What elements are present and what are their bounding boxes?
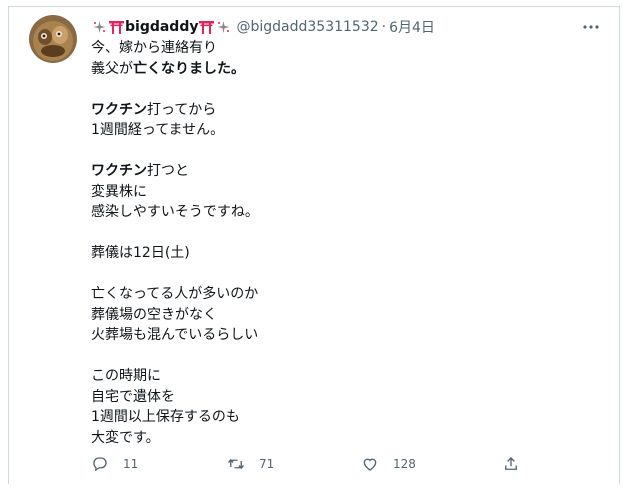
text-segment: 打つと xyxy=(147,163,189,179)
text-segment: この時期に xyxy=(91,368,161,384)
tweet-line: 大変です。 xyxy=(91,428,591,449)
reply-button[interactable]: 11 xyxy=(91,453,138,475)
text-segment: 大変です。 xyxy=(91,429,160,446)
text-segment: 1週間以上保存するのも xyxy=(91,409,240,425)
tweet-line: 今、嫁から連絡有り xyxy=(91,38,591,59)
tweet-line: 感染しやすいそうですね。 xyxy=(91,202,591,223)
torii-icon xyxy=(199,20,215,34)
bold-text: ワクチン xyxy=(91,101,147,118)
tweet-line: 葬儀は12日(土) xyxy=(91,243,591,264)
text-segment: 火葬場も混んでいるらしい xyxy=(91,327,259,343)
tweet-line: ワクチン打つと xyxy=(91,161,591,182)
share-button[interactable] xyxy=(502,453,520,475)
display-name-link[interactable]: bigdaddy xyxy=(91,19,232,35)
separator-dot: · xyxy=(381,19,387,35)
tweet-line: ワクチン打ってから xyxy=(91,100,591,121)
retweet-icon xyxy=(227,458,245,470)
retweet-button[interactable]: 71 xyxy=(227,453,274,475)
tweet-text: 今、嫁から連絡有り 義父が亡くなりました。 ワクチン打ってから 1週間経ってません。ワ… xyxy=(91,38,591,448)
tweet-card[interactable]: bigdaddy @bigdadd35311532 · 6月4日 今、嫁から連絡… xyxy=(8,6,620,484)
reply-icon xyxy=(93,457,107,472)
avatar[interactable] xyxy=(29,15,77,63)
tweet-actions: 11 71 128 xyxy=(91,453,531,475)
text-segment: 1週間経ってません。 xyxy=(91,122,225,138)
heart-icon xyxy=(363,458,377,471)
tweet-date[interactable]: 6月4日 xyxy=(389,17,435,37)
torii-icon xyxy=(109,20,124,34)
tweet-line: 自宅で遺体を xyxy=(91,387,591,408)
text-segment: 自宅で遺体を xyxy=(91,388,175,405)
more-icon xyxy=(583,25,599,29)
text-segment: 変異株に xyxy=(91,183,147,200)
text-segment: 葬儀場の空きがなく xyxy=(91,306,217,323)
bold-text: 亡くなりました。 xyxy=(133,60,245,77)
text-segment: 打ってから xyxy=(147,101,217,118)
text-segment: 義父が xyxy=(91,60,133,77)
sparkle-icon xyxy=(92,20,107,34)
text-segment: 亡くなってる人が多いのか xyxy=(91,286,259,302)
display-name: bigdaddy xyxy=(125,19,199,35)
like-button[interactable]: 128 xyxy=(361,453,416,475)
tweet-line: 変異株に xyxy=(91,182,591,203)
text-segment: 葬儀は12日(土) xyxy=(91,245,190,261)
text-segment: 感染しやすいそうですね。 xyxy=(91,204,259,220)
bold-text: ワクチン xyxy=(91,163,147,179)
tweet-line: 火葬場も混んでいるらしい xyxy=(91,325,591,346)
tweet-line: 葬儀場の空きがなく xyxy=(91,305,591,326)
tweet-header: bigdaddy @bigdadd35311532 · 6月4日 xyxy=(91,18,435,36)
like-count: 128 xyxy=(393,457,416,471)
tweet-line: 1週間経ってません。 xyxy=(91,120,591,141)
reply-count: 11 xyxy=(123,457,139,471)
text-segment: 今、嫁から連絡有り xyxy=(91,40,217,56)
user-handle[interactable]: @bigdadd35311532 xyxy=(236,19,378,35)
sparkle-icon xyxy=(216,20,231,34)
tweet-line: この時期に xyxy=(91,366,591,387)
share-icon xyxy=(505,457,517,470)
tweet-line: 亡くなってる人が多いのか xyxy=(91,284,591,305)
tweet-line: 1週間以上保存するのも xyxy=(91,407,591,428)
retweet-count: 71 xyxy=(259,457,275,471)
tweet-line: 義父が亡くなりました。 xyxy=(91,59,591,80)
more-options-button[interactable] xyxy=(581,17,601,37)
